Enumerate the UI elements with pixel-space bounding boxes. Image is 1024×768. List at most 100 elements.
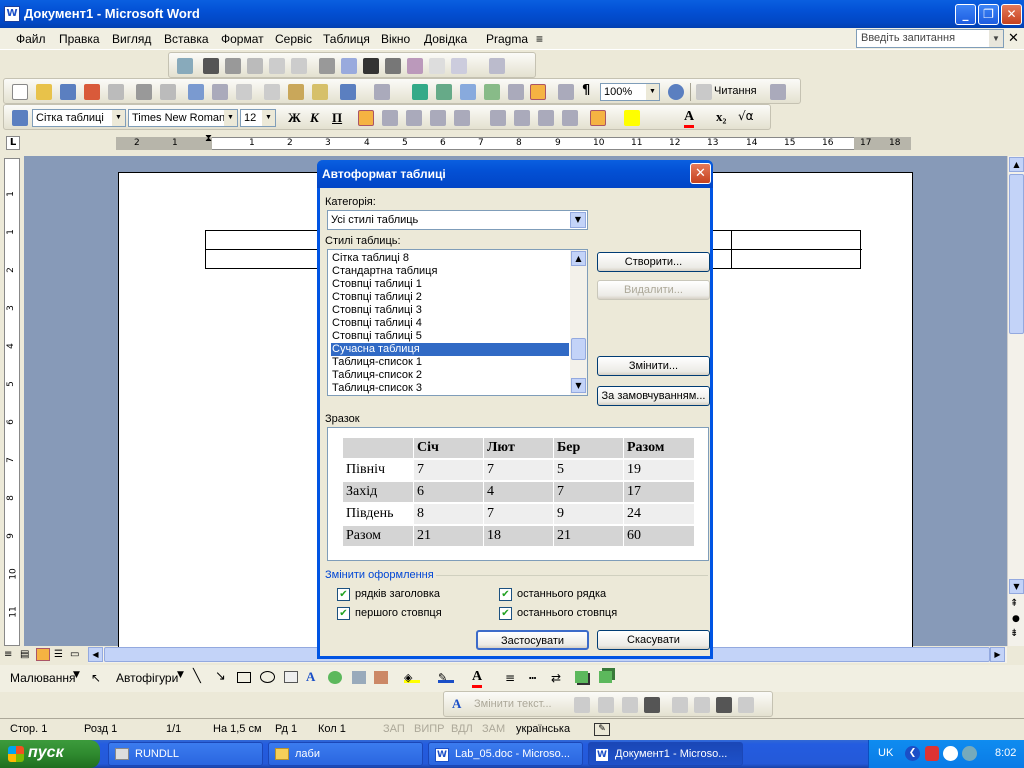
horizontal-ruler[interactable]: L ⧗ 2 1 1 2 3 4 5 6 7 8 9 10 11 12 13 14 15 16 17 18 [0, 131, 1024, 155]
toolbar-options-icon[interactable] [489, 58, 505, 74]
word-icon[interactable]: W [4, 6, 20, 22]
cut-icon[interactable] [236, 84, 252, 100]
align-center-icon[interactable] [382, 110, 398, 126]
list-item[interactable]: Стовпці таблиці 4 [331, 317, 569, 330]
save-icon[interactable] [60, 84, 76, 100]
category-select[interactable]: Усі стилі таблиць ▼ [327, 210, 588, 230]
chevron-down-icon[interactable]: ▼ [646, 84, 659, 100]
wordart-icon[interactable]: A [306, 669, 315, 685]
select-objects-icon[interactable]: ↖ [91, 671, 101, 685]
chevron-down-icon[interactable]: ▼ [73, 670, 80, 680]
task-rundll[interactable]: RUNDLL [108, 742, 263, 766]
redo-icon[interactable] [374, 84, 390, 100]
brightness-down-icon[interactable] [269, 58, 285, 74]
status-extend[interactable]: ВДЛ [451, 723, 473, 735]
font-select[interactable]: Times New Roman ▼ [128, 109, 238, 127]
next-page-icon[interactable]: ⇟ [1010, 628, 1018, 639]
scroll-down-icon[interactable]: ▼ [1009, 579, 1024, 594]
indent-marker-icon[interactable]: ⧗ [205, 133, 212, 144]
char-spacing-icon[interactable] [738, 697, 754, 713]
menu-pragma[interactable]: Pragma [486, 32, 528, 46]
create-button[interactable]: Створити... [597, 252, 710, 272]
subscript-icon[interactable]: x₂ [716, 109, 726, 125]
chevron-down-icon[interactable]: ▼ [112, 110, 125, 126]
minimize-button[interactable]: _ [955, 4, 976, 25]
antivirus-icon[interactable] [943, 746, 958, 761]
tables-borders-icon[interactable] [436, 84, 452, 100]
tray-expand-icon[interactable]: ❮ [905, 746, 920, 761]
shield-icon[interactable] [925, 746, 939, 761]
help-icon[interactable] [668, 84, 684, 100]
underline-icon[interactable]: П [332, 110, 342, 126]
chevron-down-icon[interactable]: ▼ [570, 212, 586, 228]
list-item[interactable]: Сітка таблиці 8 [331, 252, 569, 265]
list-item[interactable]: Стандартна таблиця [331, 265, 569, 278]
read-button[interactable]: Читання [714, 85, 757, 97]
status-track[interactable]: ВИПР [414, 723, 445, 735]
menu-format[interactable]: Формат [221, 32, 264, 46]
list-item[interactable]: Стовпці таблиці 3 [331, 304, 569, 317]
insert-table-icon[interactable] [460, 84, 476, 100]
zoom-select[interactable]: 100% ▼ [600, 83, 660, 101]
print-icon[interactable] [136, 84, 152, 100]
task-lab05[interactable]: W Lab_05.doc - Microso... [428, 742, 583, 766]
scroll-left-icon[interactable]: ◀ [88, 647, 103, 662]
list-scrollbar[interactable]: ▲ ▼ [570, 250, 587, 395]
menu-help[interactable]: Довідка [424, 32, 467, 46]
browse-object-icon[interactable]: ● [1012, 614, 1020, 624]
numbering-icon[interactable] [490, 110, 506, 126]
styles-pane-icon[interactable] [12, 110, 28, 126]
insert-picture-icon[interactable] [177, 58, 193, 74]
arrow-style-icon[interactable]: ⇄ [551, 671, 561, 685]
status-overtype[interactable]: ЗАМ [482, 723, 505, 735]
brightness-icon[interactable] [247, 58, 263, 74]
shadow-style-icon[interactable] [575, 671, 588, 683]
read-icon[interactable] [696, 84, 712, 100]
alignment-icon[interactable] [716, 697, 732, 713]
list-item[interactable]: Таблиця-список 3 [331, 382, 569, 395]
scroll-up-icon[interactable]: ▲ [571, 251, 586, 266]
bullets-icon[interactable] [514, 110, 530, 126]
list-item[interactable]: Стовпці таблиці 5 [331, 330, 569, 343]
last-row-label[interactable]: останнього рядка [517, 588, 606, 600]
diagram-icon[interactable] [328, 671, 342, 684]
scroll-down-icon[interactable]: ▼ [571, 378, 586, 393]
print-preview-icon[interactable] [160, 84, 176, 100]
last-row-checkbox[interactable]: ✔ [499, 588, 512, 601]
autoshapes-menu[interactable]: Автофігури [116, 671, 178, 685]
modify-button[interactable]: Змінити... [597, 356, 710, 376]
delete-button[interactable]: Видалити... [597, 280, 710, 300]
borders-icon[interactable] [590, 110, 606, 126]
drawing-toggle-icon[interactable] [530, 84, 546, 100]
menu-file[interactable]: Файл [16, 32, 46, 46]
list-item-selected[interactable]: Сучасна таблиця [331, 343, 569, 356]
dash-style-icon[interactable]: ┅ [529, 671, 536, 685]
bold-icon[interactable]: Ж [288, 110, 301, 126]
spelling-status-icon[interactable]: ✎ [594, 723, 610, 736]
help-search-input[interactable]: Введіть запитання ▼ [856, 29, 1004, 48]
status-rec[interactable]: ЗАП [383, 723, 405, 735]
compress-icon[interactable] [363, 58, 379, 74]
align-left-icon[interactable] [358, 110, 374, 126]
justify-icon[interactable] [430, 110, 446, 126]
chevron-down-icon[interactable]: ▼ [262, 110, 275, 126]
chevron-down-icon[interactable]: ▼ [989, 30, 1003, 47]
font-size-select[interactable]: 12 ▼ [240, 109, 276, 127]
last-column-label[interactable]: останнього стовпця [517, 607, 617, 619]
rectangle-icon[interactable] [237, 672, 251, 683]
list-item[interactable]: Стовпці таблиці 1 [331, 278, 569, 291]
text-wrap-icon[interactable] [385, 58, 401, 74]
chevron-down-icon[interactable]: ▼ [224, 110, 237, 126]
fill-color-icon[interactable]: ◈ [404, 671, 420, 684]
first-column-checkbox[interactable]: ✔ [337, 607, 350, 620]
hyperlink-icon[interactable] [412, 84, 428, 100]
line-spacing-icon[interactable] [454, 110, 470, 126]
email-icon[interactable] [108, 84, 124, 100]
new-icon[interactable] [12, 84, 28, 100]
menu-edit[interactable]: Правка [59, 32, 100, 46]
equation-icon[interactable]: √α [738, 109, 754, 123]
header-rows-checkbox[interactable]: ✔ [337, 588, 350, 601]
highlight-icon[interactable] [624, 110, 640, 126]
tab-selector-icon[interactable]: L [6, 136, 20, 150]
menu-insert[interactable]: Вставка [164, 32, 209, 46]
